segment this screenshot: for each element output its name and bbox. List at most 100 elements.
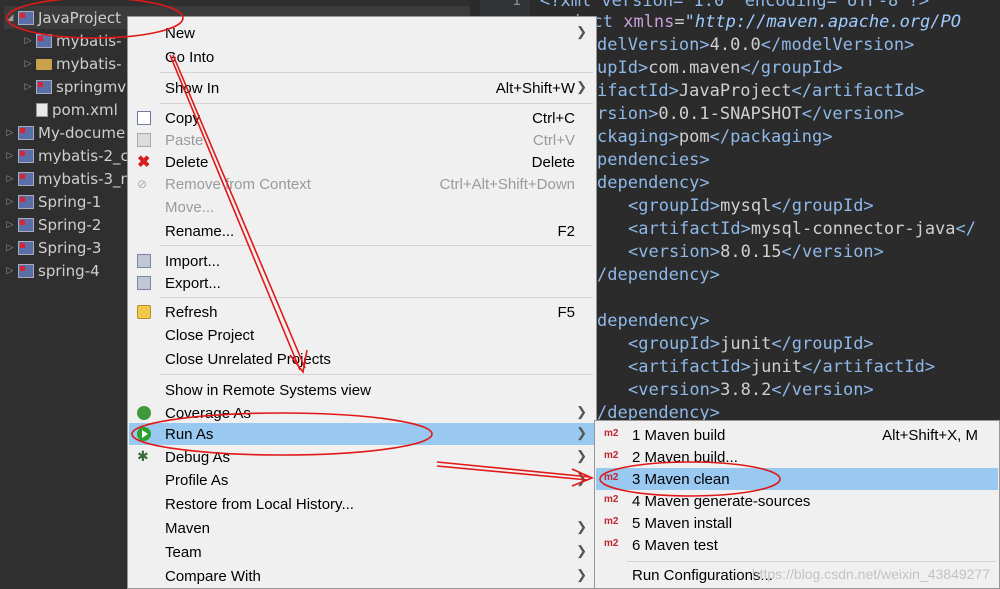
menu-item-go-into[interactable]: Go Into bbox=[129, 46, 595, 68]
import-icon bbox=[137, 254, 151, 268]
submenu-arrow-icon: ❯ bbox=[576, 24, 587, 39]
copy-icon bbox=[137, 111, 151, 125]
run-as-submenu: m2 1 Maven build Alt+Shift+X, Mm2 2 Maven b… bbox=[594, 420, 1000, 589]
expand-right-icon[interactable]: ▷ bbox=[22, 36, 34, 46]
menu-item-import[interactable]: Import... bbox=[129, 250, 595, 272]
code-line: <groupId>junit</groupId> bbox=[628, 334, 874, 354]
menu-item-new[interactable]: New ❯ bbox=[129, 22, 595, 44]
expand-right-icon[interactable]: ▷ bbox=[4, 243, 16, 253]
menu-separator bbox=[627, 561, 996, 562]
code-line: <artifactId>mysql-connector-java</ bbox=[628, 219, 977, 239]
project-icon bbox=[18, 125, 34, 140]
delete-icon: ✖ bbox=[137, 154, 151, 171]
project-icon bbox=[36, 79, 52, 94]
watermark: https://blog.csdn.net/weixin_43849277 bbox=[751, 566, 990, 582]
submenu-arrow-icon: ❯ bbox=[576, 404, 587, 419]
run-icon bbox=[137, 427, 151, 441]
submenu-arrow-icon: ❯ bbox=[576, 425, 587, 440]
project-icon bbox=[18, 10, 34, 25]
tree-item[interactable]: ▷ spring-4 bbox=[4, 259, 100, 282]
tree-item[interactable]: ▷ Spring-3 bbox=[4, 236, 102, 259]
expand-right-icon[interactable]: ▷ bbox=[4, 128, 16, 138]
project-icon bbox=[18, 263, 34, 278]
menu-item-export[interactable]: Export... bbox=[129, 272, 595, 294]
menu-item-delete[interactable]: ✖ Delete Delete bbox=[129, 151, 595, 173]
tree-item-label: mybatis-2_c bbox=[38, 146, 129, 165]
menu-item-restore-local-history[interactable]: Restore from Local History... bbox=[129, 493, 595, 515]
tree-item[interactable]: pom.xml bbox=[22, 98, 118, 121]
refresh-icon bbox=[137, 305, 151, 319]
expand-right-icon[interactable]: ▷ bbox=[4, 266, 16, 276]
tree-item-label: pom.xml bbox=[52, 100, 118, 119]
submenu-item-4[interactable]: m2 4 Maven generate-sources bbox=[596, 490, 998, 512]
code-line: rsion>0.0.1-SNAPSHOT</version> bbox=[597, 104, 905, 124]
expand-right-icon[interactable]: ▷ bbox=[22, 82, 34, 92]
menu-item-rename[interactable]: Rename... F2 bbox=[129, 220, 595, 242]
menu-separator bbox=[160, 103, 593, 104]
maven-m2-icon: m2 bbox=[604, 428, 619, 439]
expand-right-icon[interactable]: ▷ bbox=[4, 174, 16, 184]
menu-item-maven[interactable]: Maven ❯ bbox=[129, 517, 595, 539]
line-number: 1 bbox=[512, 0, 522, 9]
menu-item-close-project[interactable]: Close Project bbox=[129, 324, 595, 346]
menu-item-team[interactable]: Team ❯ bbox=[129, 541, 595, 563]
menu-item-move[interactable]: Move... bbox=[129, 196, 595, 218]
submenu-item-2[interactable]: m2 2 Maven build... bbox=[596, 446, 998, 468]
tree-item[interactable]: ▷ springmv bbox=[22, 75, 127, 98]
expand-right-icon[interactable]: ▷ bbox=[4, 220, 16, 230]
code-line: ject xmlns="http://maven.apache.org/PO bbox=[572, 12, 961, 32]
tree-item-label: My-docume bbox=[38, 123, 126, 142]
maven-m2-icon: m2 bbox=[604, 450, 619, 461]
code-line: dependency> bbox=[597, 311, 710, 331]
menu-item-close-unrelated-projects[interactable]: Close Unrelated Projects bbox=[129, 348, 595, 370]
submenu-arrow-icon: ❯ bbox=[576, 543, 587, 558]
maven-m2-icon: m2 bbox=[604, 472, 619, 483]
menu-item-show-in-remote-systems[interactable]: Show in Remote Systems view bbox=[129, 379, 595, 401]
tree-item[interactable]: ▷ mybatis-3_n bbox=[4, 167, 131, 190]
menu-item-copy[interactable]: Copy Ctrl+C bbox=[129, 107, 595, 129]
tree-item-label: mybatis- bbox=[56, 31, 122, 50]
menu-item-remove-from-context[interactable]: ⊘ Remove from Context Ctrl+Alt+Shift+Dow… bbox=[129, 173, 595, 195]
menu-separator bbox=[160, 72, 593, 73]
project-icon bbox=[36, 33, 52, 48]
project-icon bbox=[18, 240, 34, 255]
export-icon bbox=[137, 276, 151, 290]
menu-item-compare-with[interactable]: Compare With ❯ bbox=[129, 565, 595, 587]
submenu-item-3[interactable]: m2 3 Maven clean bbox=[596, 468, 998, 490]
code-line: ckaging>pom</packaging> bbox=[597, 127, 833, 147]
tree-item[interactable]: ▷ Spring-1 bbox=[4, 190, 102, 213]
expand-right-icon[interactable]: ▷ bbox=[4, 197, 16, 207]
project-icon bbox=[18, 148, 34, 163]
expand-right-icon[interactable]: ▷ bbox=[22, 59, 34, 69]
tree-item[interactable]: ▷ My-docume bbox=[4, 121, 126, 144]
tree-item[interactable]: ▷ Spring-2 bbox=[4, 213, 102, 236]
expand-right-icon[interactable]: ▷ bbox=[4, 151, 16, 161]
submenu-item-6[interactable]: m2 6 Maven test bbox=[596, 534, 998, 556]
folder-icon bbox=[36, 59, 52, 70]
expand-down-icon[interactable]: ◢ bbox=[4, 13, 16, 23]
code-line: delVersion>4.0.0</modelVersion> bbox=[597, 35, 915, 55]
submenu-item-1[interactable]: m2 1 Maven build Alt+Shift+X, M bbox=[596, 424, 998, 446]
code-line: dependency> bbox=[597, 173, 710, 193]
code-line: <version>8.0.15</version> bbox=[628, 242, 884, 262]
tree-item-label: Spring-1 bbox=[38, 192, 102, 211]
menu-item-profile-as[interactable]: Profile As ❯ bbox=[129, 469, 595, 491]
tree-item[interactable]: ▷ mybatis- bbox=[22, 52, 122, 75]
submenu-arrow-icon: ❯ bbox=[576, 79, 587, 94]
tree-item[interactable]: ▷ mybatis-2_c bbox=[4, 144, 129, 167]
maven-m2-icon: m2 bbox=[604, 516, 619, 527]
bug-icon: ✱ bbox=[137, 448, 149, 464]
code-line: <groupId>mysql</groupId> bbox=[628, 196, 874, 216]
tree-item[interactable]: ▷ mybatis- bbox=[22, 29, 122, 52]
submenu-item-5[interactable]: m2 5 Maven install bbox=[596, 512, 998, 534]
menu-item-debug-as[interactable]: ✱ Debug As ❯ bbox=[129, 446, 595, 468]
project-icon bbox=[18, 171, 34, 186]
menu-item-show-in[interactable]: Show In Alt+Shift+W ❯ bbox=[129, 77, 595, 99]
menu-item-paste[interactable]: Paste Ctrl+V bbox=[129, 129, 595, 151]
remove-context-icon: ⊘ bbox=[137, 177, 148, 191]
menu-separator bbox=[160, 245, 593, 246]
menu-item-coverage-as[interactable]: Coverage As ❯ bbox=[129, 402, 595, 424]
tree-item-label: mybatis- bbox=[56, 54, 122, 73]
menu-item-refresh[interactable]: Refresh F5 bbox=[129, 301, 595, 323]
menu-item-run-as[interactable]: Run As ❯ bbox=[129, 423, 595, 445]
